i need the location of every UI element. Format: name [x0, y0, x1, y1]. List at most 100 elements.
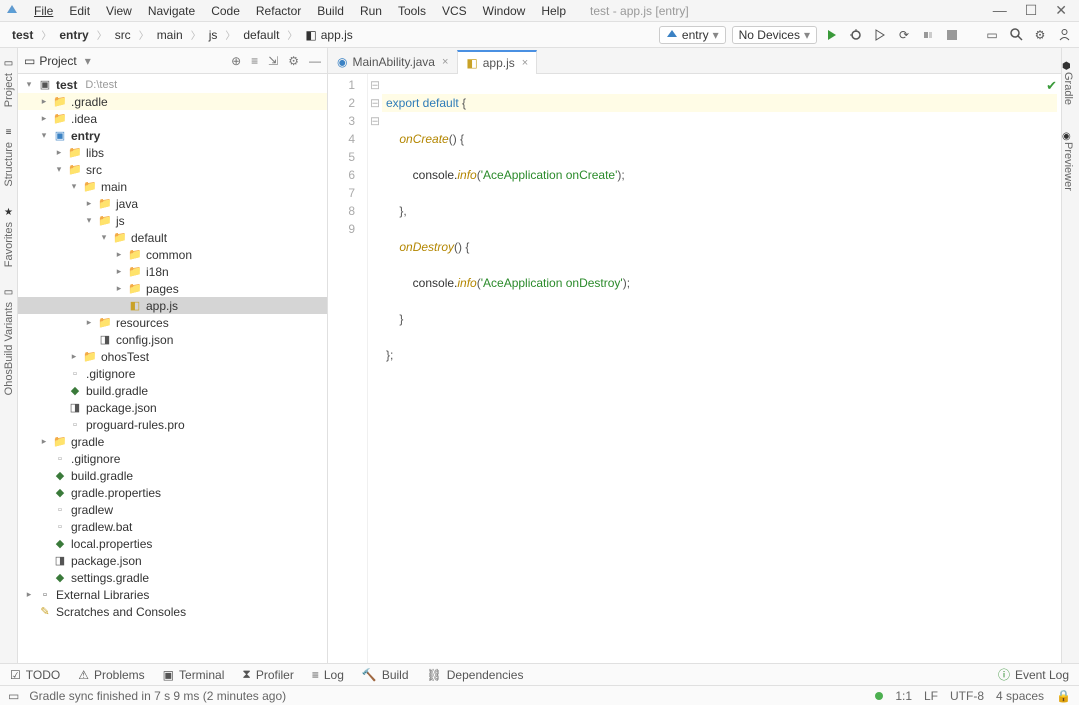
tree-node[interactable]: ▸📁resources [18, 314, 327, 331]
tree-node[interactable]: ▸📁ohosTest [18, 348, 327, 365]
gear-icon[interactable]: ⚙ [288, 54, 299, 68]
tree-arrow-icon[interactable]: ▾ [84, 215, 94, 226]
crumb-4[interactable]: js [203, 26, 224, 44]
status-toggle-icon[interactable]: ▭ [8, 689, 19, 703]
menu-view[interactable]: View [98, 2, 140, 20]
indent-setting[interactable]: 4 spaces [996, 689, 1044, 703]
menu-code[interactable]: Code [203, 2, 248, 20]
tree-arrow-icon[interactable]: ▸ [114, 266, 124, 277]
hide-icon[interactable]: — [309, 54, 321, 68]
tab-appjs[interactable]: ◧ app.js × [457, 50, 537, 74]
run-icon[interactable] [823, 26, 841, 44]
menu-build[interactable]: Build [309, 2, 352, 20]
tree-arrow-icon[interactable]: ▸ [39, 436, 49, 447]
tree-arrow-icon[interactable]: ▸ [69, 351, 79, 362]
rail-previewer[interactable]: ◉Previewer [1062, 128, 1079, 194]
terminal-tool[interactable]: ▣Terminal [163, 668, 225, 682]
menu-help[interactable]: Help [533, 2, 574, 20]
tree-arrow-icon[interactable]: ▸ [24, 589, 34, 600]
tree-node[interactable]: ▾▣testD:\test [18, 76, 327, 93]
close-icon[interactable]: ✕ [1055, 2, 1067, 19]
tree-node[interactable]: ▾📁main [18, 178, 327, 195]
tree-node[interactable]: ◆gradle.properties [18, 484, 327, 501]
close-tab-icon[interactable]: × [522, 57, 528, 69]
todo-tool[interactable]: ☑TODO [10, 668, 60, 682]
dependencies-tool[interactable]: ⛓Dependencies [427, 668, 524, 682]
rail-structure[interactable]: ≡Structure [3, 127, 15, 187]
tree-arrow-icon[interactable]: ▸ [39, 96, 49, 107]
tree-node[interactable]: ◨package.json [18, 552, 327, 569]
project-view-dropdown[interactable]: ▭ Project ▾ [24, 54, 91, 68]
coverage-icon[interactable] [871, 26, 889, 44]
tree-node[interactable]: ◆build.gradle [18, 382, 327, 399]
tree-node[interactable]: ▾▣entry [18, 127, 327, 144]
rail-build-variants[interactable]: ▭OhosBuild Variants [3, 287, 15, 395]
file-encoding[interactable]: UTF-8 [950, 689, 984, 703]
stop-icon[interactable] [943, 26, 961, 44]
tree-node[interactable]: ▾📁default [18, 229, 327, 246]
tree-node[interactable]: ▫.gitignore [18, 365, 327, 382]
editor-body[interactable]: 123456789 ⊟⊟⊟ export default { onCreate(… [328, 74, 1061, 663]
log-tool[interactable]: ≡Log [312, 668, 344, 682]
tree-node[interactable]: ▸📁i18n [18, 263, 327, 280]
tree-node[interactable]: ▸📁pages [18, 280, 327, 297]
line-ending[interactable]: LF [924, 689, 938, 703]
tree-arrow-icon[interactable]: ▾ [39, 130, 49, 141]
status-indicator-icon[interactable] [875, 692, 883, 700]
crumb-3[interactable]: main [151, 26, 189, 44]
avd-icon[interactable]: ▭ [983, 26, 1001, 44]
menu-vcs[interactable]: VCS [434, 2, 475, 20]
rail-project[interactable]: ▭Project [3, 58, 15, 107]
profiler-icon[interactable]: ⟳ [895, 26, 913, 44]
tree-node[interactable]: ▸📁common [18, 246, 327, 263]
collapse-icon[interactable]: ⇲ [268, 54, 278, 68]
profiler-tool[interactable]: ⧗Profiler [242, 667, 293, 682]
tree-arrow-icon[interactable]: ▸ [84, 317, 94, 328]
problems-tool[interactable]: ⚠Problems [78, 668, 144, 682]
tree-node[interactable]: ▸📁.idea [18, 110, 327, 127]
tree-node[interactable]: ✎Scratches and Consoles [18, 603, 327, 620]
crumb-2[interactable]: src [109, 26, 137, 44]
caret-position[interactable]: 1:1 [895, 689, 912, 703]
tree-node[interactable]: ▫gradlew.bat [18, 518, 327, 535]
tree-node[interactable]: ▾📁src [18, 161, 327, 178]
attach-icon[interactable] [919, 26, 937, 44]
tree-node[interactable]: ▫proguard-rules.pro [18, 416, 327, 433]
build-tool[interactable]: 🔨Build [362, 668, 409, 682]
tree-node[interactable]: ◨config.json [18, 331, 327, 348]
tree-node[interactable]: ◧app.js [18, 297, 327, 314]
tree-node[interactable]: ▸📁gradle [18, 433, 327, 450]
run-config-dropdown[interactable]: entry▾ [659, 26, 726, 44]
project-tree[interactable]: ▾▣testD:\test▸📁.gradle▸📁.idea▾▣entry▸📁li… [18, 74, 327, 663]
crumb-1[interactable]: entry [53, 26, 94, 44]
account-icon[interactable] [1055, 26, 1073, 44]
tree-arrow-icon[interactable]: ▾ [99, 232, 109, 243]
tree-node[interactable]: ◨package.json [18, 399, 327, 416]
tree-arrow-icon[interactable]: ▾ [69, 181, 79, 192]
tree-arrow-icon[interactable]: ▾ [54, 164, 64, 175]
menu-edit[interactable]: Edit [61, 2, 98, 20]
tree-arrow-icon[interactable]: ▸ [39, 113, 49, 124]
tree-node[interactable]: ▾📁js [18, 212, 327, 229]
crumb-5[interactable]: default [237, 26, 285, 44]
maximize-icon[interactable]: ☐ [1025, 2, 1038, 19]
lock-icon[interactable]: 🔒 [1056, 689, 1071, 703]
tree-node[interactable]: ▸📁.gradle [18, 93, 327, 110]
tree-node[interactable]: ◆local.properties [18, 535, 327, 552]
menu-navigate[interactable]: Navigate [140, 2, 203, 20]
close-tab-icon[interactable]: × [442, 56, 448, 68]
tab-mainability[interactable]: ◉ MainAbility.java × [328, 49, 457, 73]
tree-arrow-icon[interactable]: ▸ [54, 147, 64, 158]
debug-icon[interactable] [847, 26, 865, 44]
rail-gradle[interactable]: ⬢Gradle [1062, 58, 1079, 108]
tree-node[interactable]: ◆build.gradle [18, 467, 327, 484]
tree-node[interactable]: ▸📁java [18, 195, 327, 212]
menu-run[interactable]: Run [352, 2, 390, 20]
settings-icon[interactable]: ⚙ [1031, 26, 1049, 44]
locate-icon[interactable]: ⊕ [231, 54, 241, 68]
rail-favorites[interactable]: ★Favorites [3, 207, 15, 267]
fold-gutter[interactable]: ⊟⊟⊟ [368, 74, 382, 663]
search-icon[interactable] [1007, 26, 1025, 44]
tree-arrow-icon[interactable]: ▸ [84, 198, 94, 209]
crumb-6[interactable]: ◧app.js [299, 26, 358, 44]
